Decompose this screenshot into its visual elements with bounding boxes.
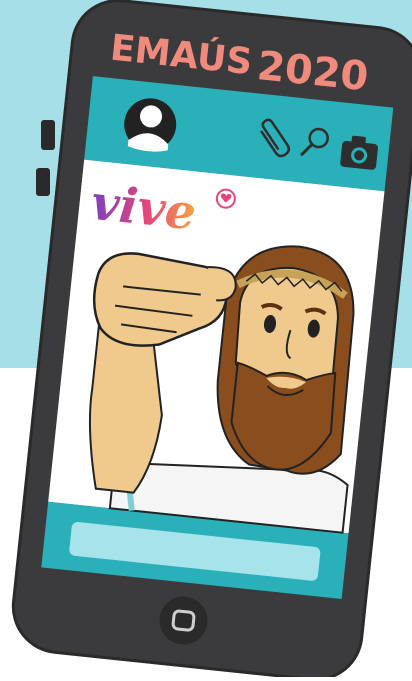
jesus-illustration — [88, 245, 355, 534]
volume-down-button — [36, 168, 50, 196]
brand-word-vive: vive — [89, 175, 199, 242]
volume-up-button — [41, 120, 55, 150]
phone-illustration: vive EMAÚS 2020 — [0, 0, 412, 681]
